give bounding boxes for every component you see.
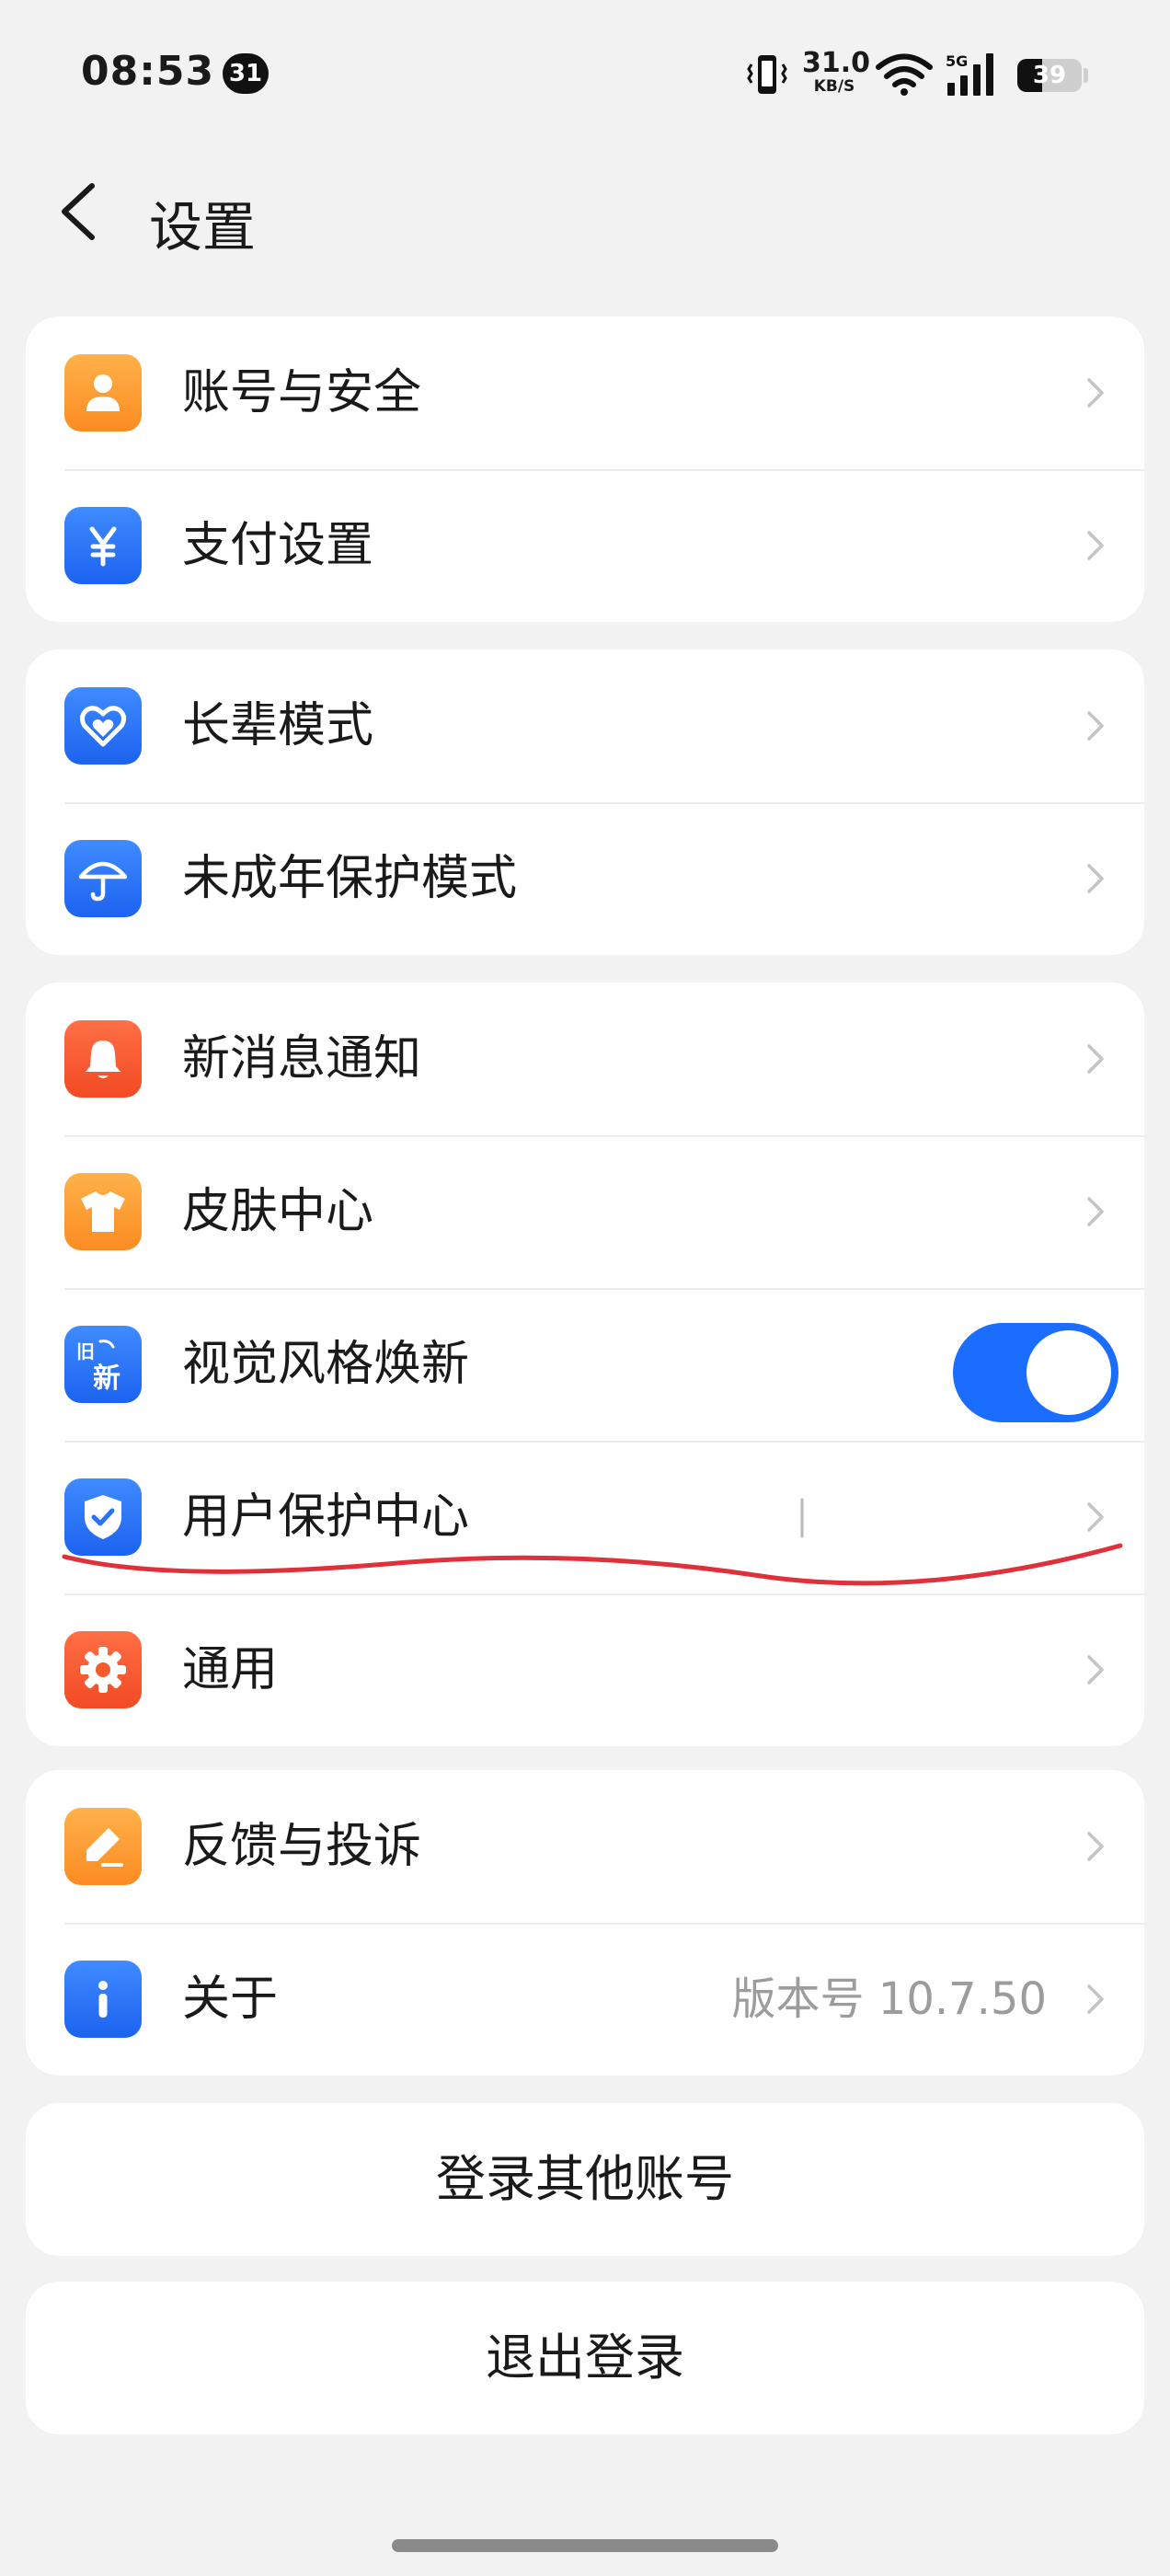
settings-item-user-protection[interactable]: 用户保护中心 <box>26 1441 1144 1593</box>
settings-item-minor-protection[interactable]: 未成年保护模式 <box>26 802 1144 955</box>
settings-item-account-security[interactable]: 账号与安全 <box>26 316 1144 469</box>
chevron-right-icon <box>1087 378 1104 408</box>
settings-item-label: 皮肤中心 <box>182 1184 374 1239</box>
network-speed-unit: KB/S <box>813 77 855 96</box>
settings-item-general[interactable]: 通用 <box>26 1593 1144 1746</box>
settings-group-support: 反馈与投诉 关于 版本号 10.7.50 <box>26 1770 1144 2076</box>
settings-group-account: 账号与安全 支付设置 <box>26 316 1144 622</box>
toggle-knob <box>1027 1330 1111 1415</box>
chevron-right-icon <box>1087 711 1104 741</box>
old-glyph: 旧 <box>76 1340 95 1363</box>
notification-badge: 31 <box>223 53 269 94</box>
chevron-left-icon <box>62 183 95 240</box>
logout-button[interactable]: 退出登录 <box>26 2282 1144 2434</box>
pencil-icon <box>64 1808 142 1885</box>
settings-item-label: 通用 <box>182 1642 279 1697</box>
settings-item-label: 账号与安全 <box>182 365 422 420</box>
network-type-label: 5G <box>946 52 968 70</box>
shirt-icon <box>64 1173 142 1250</box>
home-indicator[interactable] <box>392 2539 778 2552</box>
chevron-right-icon <box>1087 531 1104 560</box>
battery-cap <box>1084 68 1088 83</box>
new-glyph: 新 <box>93 1363 120 1395</box>
shield-check-icon <box>64 1478 142 1556</box>
settings-item-label: 视觉风格焕新 <box>182 1337 470 1392</box>
settings-item-label: 新消息通知 <box>182 1031 422 1087</box>
visual-refresh-toggle[interactable] <box>953 1323 1118 1422</box>
settings-group-preferences: 新消息通知 皮肤中心 旧 新 视觉风格焕新 用户保护中心 通用 <box>26 983 1144 1746</box>
network-speed: 31.0 KB/S <box>802 47 871 96</box>
status-bar: 08:53 31 31.0 KB/S 5G 39 <box>0 0 1170 147</box>
settings-item-notifications[interactable]: 新消息通知 <box>26 983 1144 1135</box>
status-time: 08:53 <box>81 48 215 95</box>
settings-item-label: 关于 <box>182 1972 279 2027</box>
battery-percent: 39 <box>1032 62 1067 89</box>
signal-icon: 5G <box>946 52 993 96</box>
settings-item-label: 支付设置 <box>182 518 374 573</box>
umbrella-icon <box>64 840 142 917</box>
settings-item-payment[interactable]: 支付设置 <box>26 469 1144 622</box>
vibrate-icon <box>747 55 787 94</box>
battery-indicator: 39 <box>1017 59 1082 92</box>
gear-icon <box>64 1631 142 1708</box>
settings-group-modes: 长辈模式 未成年保护模式 <box>26 650 1144 955</box>
yen-icon <box>64 507 142 584</box>
settings-item-visual-refresh: 旧 新 视觉风格焕新 <box>26 1288 1144 1441</box>
chevron-right-icon <box>1087 1044 1104 1074</box>
settings-item-elder-mode[interactable]: 长辈模式 <box>26 650 1144 802</box>
chevron-right-icon <box>1087 1832 1104 1861</box>
settings-item-label: 未成年保护模式 <box>182 851 518 906</box>
chevron-right-icon <box>1087 1655 1104 1685</box>
settings-item-label: 长辈模式 <box>182 698 374 753</box>
bell-icon <box>64 1020 142 1098</box>
heart-icon <box>64 687 142 765</box>
switch-account-button[interactable]: 登录其他账号 <box>26 2103 1144 2256</box>
settings-item-about[interactable]: 关于 版本号 10.7.50 <box>26 1923 1144 2076</box>
settings-item-label: 用户保护中心 <box>182 1489 470 1545</box>
settings-item-label: 反馈与投诉 <box>182 1819 422 1874</box>
old-new-icon: 旧 新 <box>64 1326 142 1403</box>
user-icon <box>64 354 142 431</box>
info-icon <box>64 1961 142 2038</box>
page-title: 设置 <box>149 196 257 259</box>
chevron-right-icon <box>1087 1197 1104 1226</box>
chevron-right-icon <box>1087 864 1104 893</box>
back-button[interactable] <box>46 173 120 250</box>
wifi-icon <box>876 53 933 96</box>
settings-item-feedback[interactable]: 反馈与投诉 <box>26 1770 1144 1923</box>
app-header: 设置 <box>0 156 1170 267</box>
network-speed-value: 31.0 <box>802 47 871 79</box>
chevron-right-icon <box>1087 1502 1104 1532</box>
version-number: 版本号 10.7.50 <box>731 1973 1047 2025</box>
settings-item-skin-center[interactable]: 皮肤中心 <box>26 1135 1144 1288</box>
chevron-right-icon <box>1087 1984 1104 2014</box>
